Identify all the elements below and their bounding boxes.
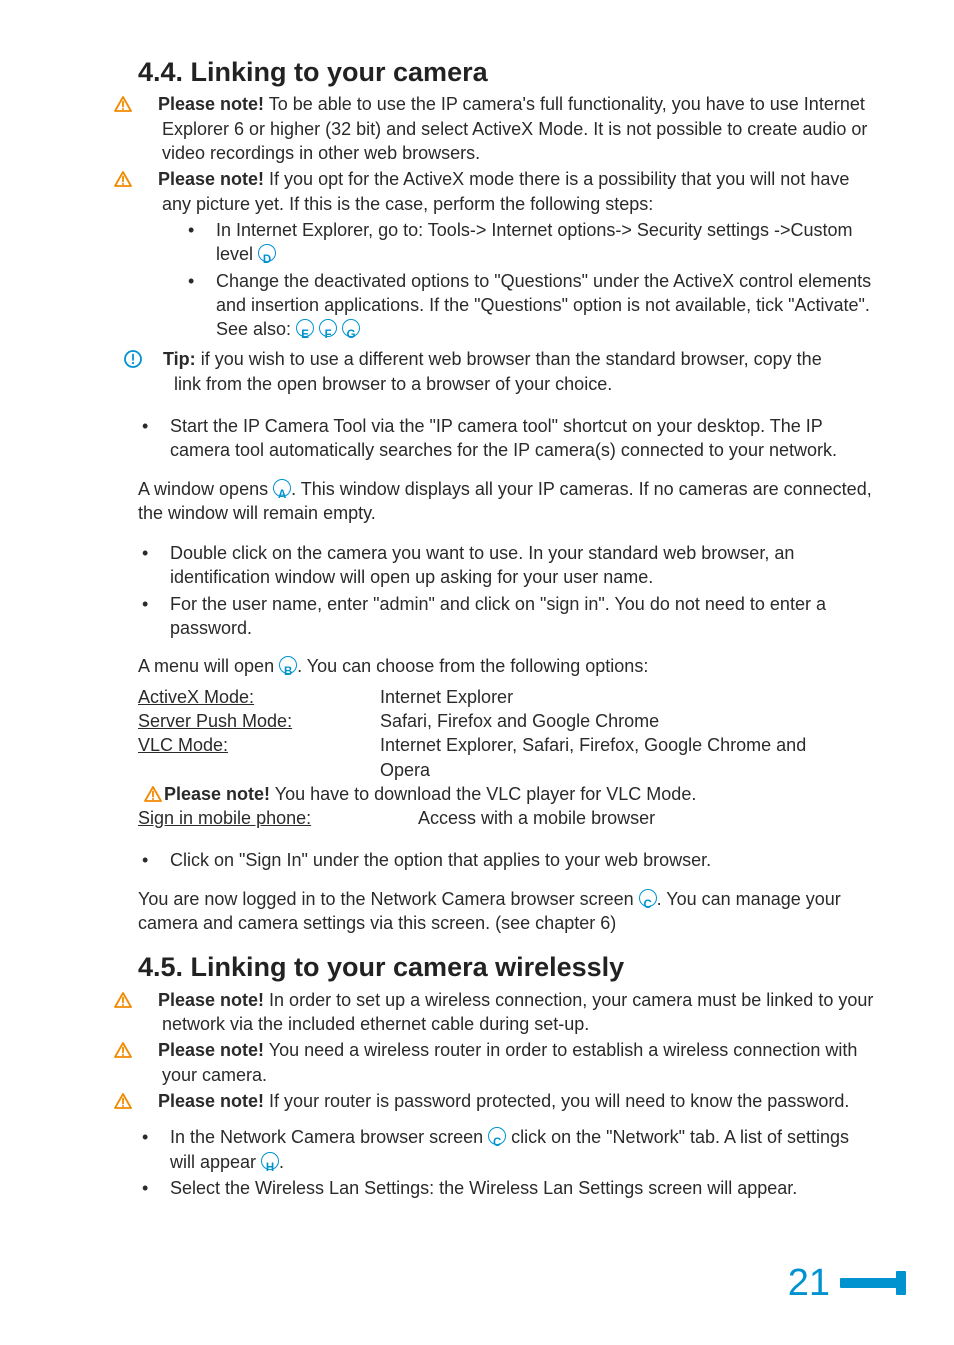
note-block: Please note! You need a wireless router …: [162, 1038, 874, 1087]
warning-icon: [138, 1040, 156, 1056]
note-text: You have to download the VLC player for …: [270, 784, 696, 804]
mode-value: Opera: [380, 758, 874, 782]
list-text: In Internet Explorer, go to: Tools-> Int…: [216, 220, 853, 264]
list-item: In the Network Camera browser screen C c…: [142, 1125, 874, 1174]
list-item: For the user name, enter "admin" and cli…: [142, 592, 874, 641]
heading-4-5: 4.5. Linking to your camera wirelessly: [138, 949, 874, 985]
text: You are now logged in to the Network Cam…: [138, 889, 639, 909]
mode-label: ActiveX Mode:: [138, 687, 254, 707]
mode-row: ActiveX Mode: Internet Explorer: [138, 685, 874, 709]
note-block: Please note! To be able to use the IP ca…: [162, 92, 874, 165]
circle-a-icon: A: [273, 479, 291, 497]
circle-b-icon: B: [279, 656, 297, 674]
mode-value: Safari, Firefox and Google Chrome: [380, 709, 874, 733]
circle-f-icon: F: [319, 319, 337, 337]
mode-label: Sign in mobile phone:: [138, 808, 311, 828]
mode-value: Internet Explorer, Safari, Firefox, Goog…: [380, 733, 874, 757]
page-number: 21: [788, 1258, 830, 1309]
text: A menu will open: [138, 656, 279, 676]
text: A window opens: [138, 479, 273, 499]
mode-value: Access with a mobile browser: [380, 806, 874, 830]
note-label: Please note!: [158, 1091, 264, 1111]
text: In the Network Camera browser screen: [170, 1127, 488, 1147]
mode-row: Opera: [138, 758, 874, 782]
mode-row: VLC Mode: Internet Explorer, Safari, Fir…: [138, 733, 874, 757]
note-block: Please note! If you opt for the ActiveX …: [162, 167, 874, 216]
list-item: Change the deactivated options to "Quest…: [188, 269, 874, 342]
note-text: In order to set up a wireless connection…: [162, 990, 873, 1034]
mode-row: Sign in mobile phone: Access with a mobi…: [138, 806, 874, 830]
footer-bar-icon: [840, 1278, 900, 1288]
mode-value: Internet Explorer: [380, 685, 874, 709]
note-inline: Please note! You have to download the VL…: [144, 782, 874, 806]
note-label: Please note!: [158, 94, 264, 114]
tip-icon: [138, 350, 156, 368]
circle-e-icon: E: [296, 319, 314, 337]
note-block: Please note! If your router is password …: [162, 1089, 874, 1113]
paragraph: A window opens A. This window displays a…: [138, 477, 874, 526]
note-text: If your router is password protected, yo…: [264, 1091, 849, 1111]
page-footer: 21: [788, 1258, 906, 1309]
list-text: Change the deactivated options to "Quest…: [216, 271, 871, 340]
text: . You can choose from the following opti…: [297, 656, 648, 676]
tip-text-line2: link from the open browser to a browser …: [174, 372, 874, 396]
note-text: If you opt for the ActiveX mode there is…: [162, 169, 849, 213]
paragraph: You are now logged in to the Network Cam…: [138, 887, 874, 936]
list-item: Double click on the camera you want to u…: [142, 541, 874, 590]
circle-d-icon: D: [258, 244, 276, 262]
list-item: In Internet Explorer, go to: Tools-> Int…: [188, 218, 874, 267]
mode-row: Server Push Mode: Safari, Firefox and Go…: [138, 709, 874, 733]
bullet-list: Click on "Sign In" under the option that…: [142, 848, 874, 872]
text: .: [279, 1152, 284, 1172]
warning-icon: [138, 94, 156, 110]
heading-4-4: 4.4. Linking to your camera: [138, 54, 874, 90]
tip-label: Tip:: [163, 349, 196, 369]
bullet-list: Start the IP Camera Tool via the "IP cam…: [142, 414, 874, 463]
note-block: Please note! In order to set up a wirele…: [162, 988, 874, 1037]
tip-block: Tip: if you wish to use a different web …: [152, 347, 874, 371]
note-text: You need a wireless router in order to e…: [162, 1040, 857, 1084]
warning-icon: [138, 990, 156, 1006]
mode-label: VLC Mode:: [138, 735, 228, 755]
note-label: Please note!: [158, 990, 264, 1010]
note-text: To be able to use the IP camera's full f…: [162, 94, 867, 163]
sub-bullet-list: In Internet Explorer, go to: Tools-> Int…: [188, 218, 874, 341]
list-item: Select the Wireless Lan Settings: the Wi…: [142, 1176, 874, 1200]
bullet-list: In the Network Camera browser screen C c…: [142, 1125, 874, 1200]
paragraph: A menu will open B. You can choose from …: [138, 654, 874, 678]
mode-label: Server Push Mode:: [138, 711, 292, 731]
list-item: Click on "Sign In" under the option that…: [142, 848, 874, 872]
tip-text: if you wish to use a different web brows…: [196, 349, 822, 369]
circle-c-icon: C: [639, 889, 657, 907]
warning-icon: [144, 784, 162, 800]
list-item: Start the IP Camera Tool via the "IP cam…: [142, 414, 874, 463]
warning-icon: [138, 1091, 156, 1107]
circle-g-icon: G: [342, 319, 360, 337]
note-label: Please note!: [158, 169, 264, 189]
warning-icon: [138, 169, 156, 185]
bullet-list: Double click on the camera you want to u…: [142, 541, 874, 640]
circle-c-icon: C: [488, 1127, 506, 1145]
circle-h-icon: H: [261, 1152, 279, 1170]
note-label: Please note!: [164, 784, 270, 804]
note-label: Please note!: [158, 1040, 264, 1060]
